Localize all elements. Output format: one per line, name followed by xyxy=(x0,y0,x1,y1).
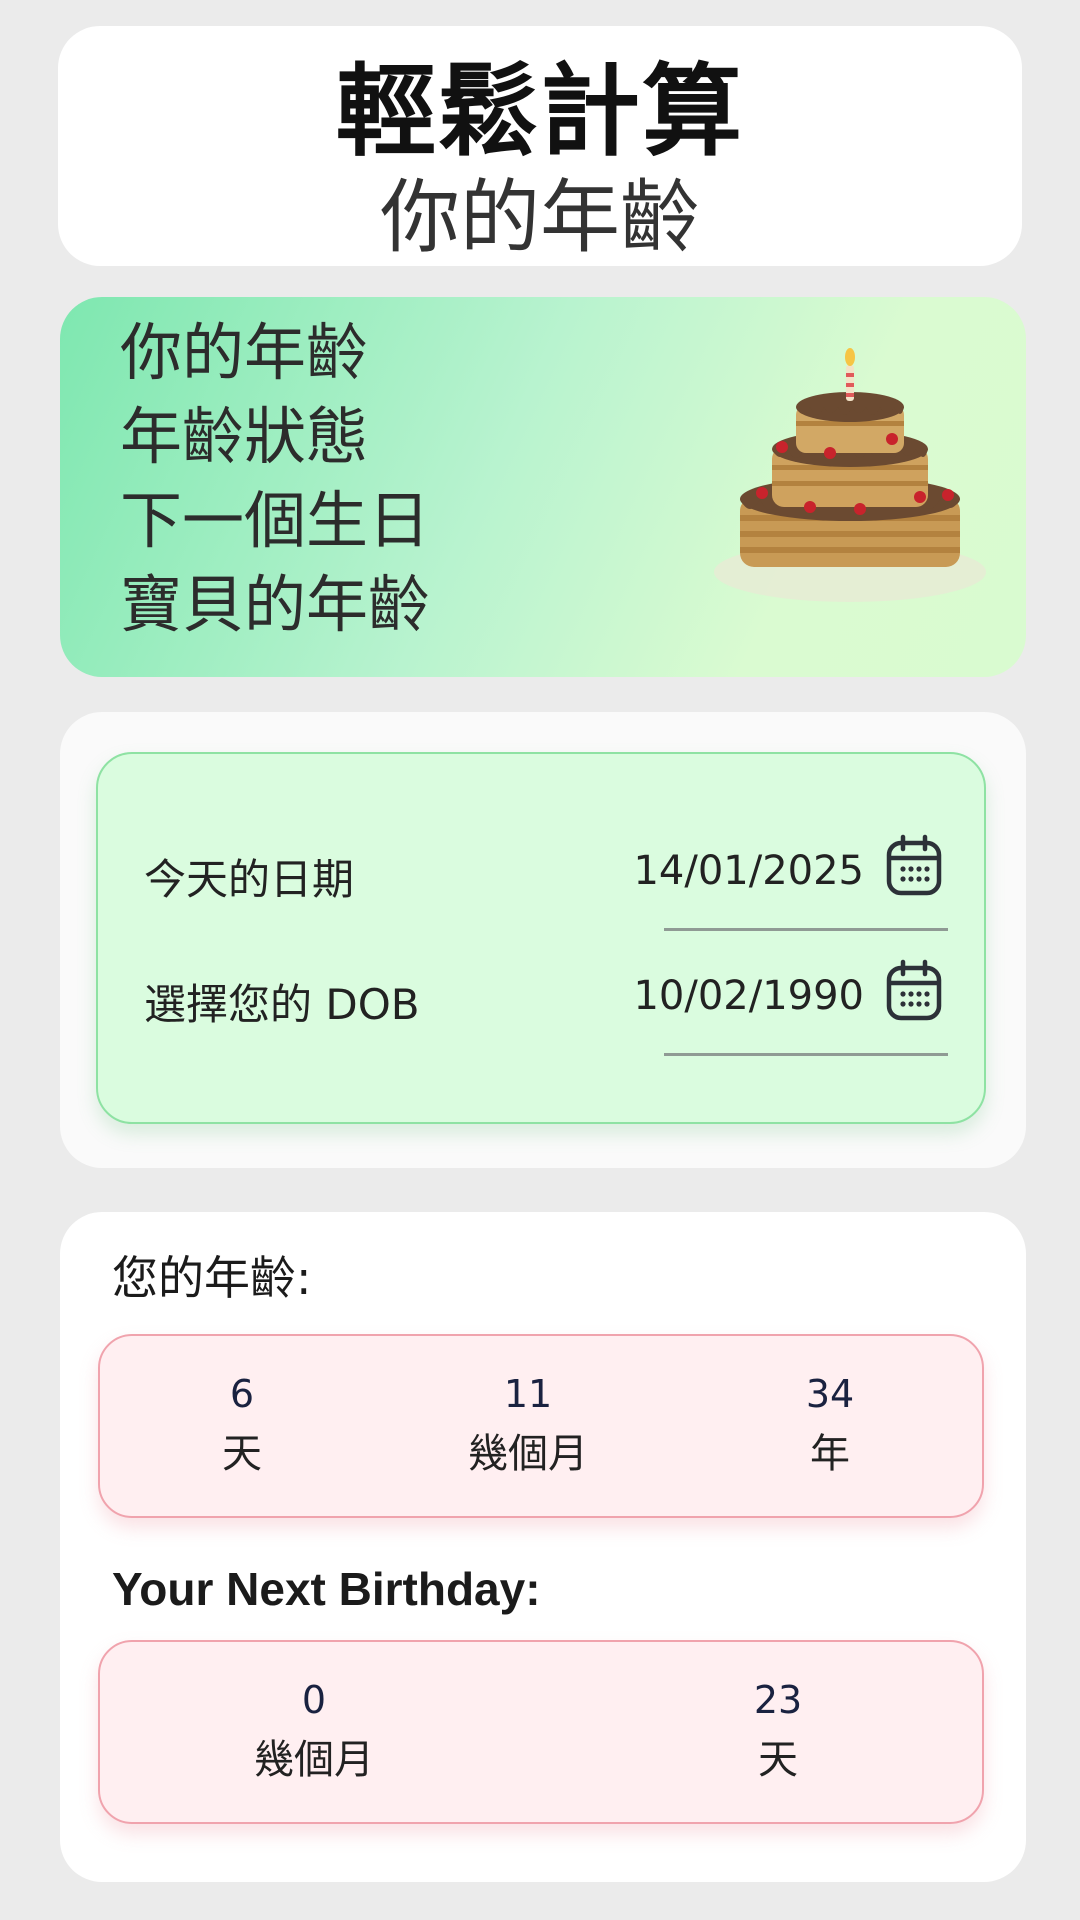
next-birthday-months-cell: 0 幾個月 xyxy=(214,1676,414,1790)
birthday-cake-image xyxy=(714,348,986,602)
age-years-value: 34 xyxy=(805,1372,855,1416)
feature-item-age: 你的年齡 xyxy=(120,316,369,389)
dob-label: 選擇您的 DOB xyxy=(144,980,420,1029)
feature-item-status: 年齡狀態 xyxy=(120,400,369,473)
next-birthday-months-unit: 幾個月 xyxy=(254,1737,374,1783)
age-days-unit: 天 xyxy=(222,1431,262,1477)
feature-banner: 你的年齡 年齡狀態 下一個生日 寶貝的年齡 xyxy=(60,297,1026,677)
age-years-cell: 34 年 xyxy=(730,1370,930,1484)
age-days-value: 6 xyxy=(229,1372,255,1416)
next-birthday-box: 0 幾個月 23 天 xyxy=(98,1640,984,1824)
date-panel: 今天的日期 14/01/2025 選擇您的 DOB 10/02/1990 xyxy=(96,752,986,1124)
today-date-underline xyxy=(664,928,948,931)
feature-item-baby-age: 寶貝的年齡 xyxy=(120,568,431,641)
calendar-icon[interactable] xyxy=(886,834,942,896)
calendar-icon[interactable] xyxy=(886,959,942,1021)
dob-field[interactable]: 10/02/1990 xyxy=(633,973,864,1019)
app-header: 輕鬆計算 你的年齡 xyxy=(58,26,1022,266)
today-date-label: 今天的日期 xyxy=(144,855,355,904)
today-date-field[interactable]: 14/01/2025 xyxy=(633,848,864,894)
dob-underline xyxy=(664,1053,948,1056)
next-birthday-days-value: 23 xyxy=(753,1678,803,1722)
age-title: 您的年齡: xyxy=(112,1251,312,1305)
age-months-cell: 11 幾個月 xyxy=(428,1370,628,1484)
next-birthday-months-value: 0 xyxy=(301,1678,327,1722)
next-birthday-days-unit: 天 xyxy=(758,1737,798,1783)
next-birthday-days-cell: 23 天 xyxy=(678,1676,878,1790)
app-subtitle: 你的年齡 xyxy=(380,171,700,264)
today-date-row: 今天的日期 14/01/2025 xyxy=(98,834,984,931)
feature-item-next-birthday: 下一個生日 xyxy=(120,484,431,557)
age-months-value: 11 xyxy=(503,1372,553,1416)
date-section: 今天的日期 14/01/2025 選擇您的 DOB 10/02/1990 xyxy=(60,712,1026,1168)
age-months-unit: 幾個月 xyxy=(468,1431,588,1477)
dob-row: 選擇您的 DOB 10/02/1990 xyxy=(98,959,984,1056)
age-years-unit: 年 xyxy=(810,1431,850,1477)
age-result-box: 6 天 11 幾個月 34 年 xyxy=(98,1334,984,1518)
app-title: 輕鬆計算 xyxy=(336,53,744,170)
next-birthday-title: Your Next Birthday: xyxy=(112,1563,541,1615)
age-days-cell: 6 天 xyxy=(142,1370,342,1484)
feature-list: 你的年齡 年齡狀態 下一個生日 寶貝的年齡 xyxy=(120,311,430,647)
result-section: 您的年齡: 6 天 11 幾個月 34 年 Your Next Birthday… xyxy=(60,1212,1026,1882)
